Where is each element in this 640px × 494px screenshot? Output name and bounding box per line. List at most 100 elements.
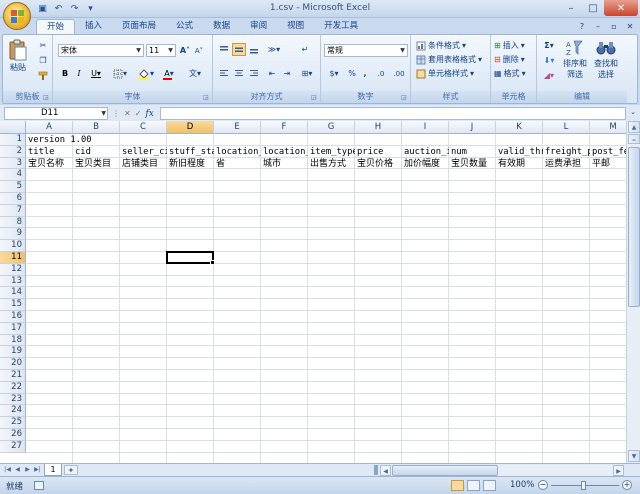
orientation-icon[interactable]: ≫▾ bbox=[263, 43, 285, 56]
cell-k3[interactable]: 有效期 bbox=[496, 158, 543, 170]
row-header-27[interactable]: 27 bbox=[0, 440, 26, 453]
row-header-23[interactable]: 23 bbox=[0, 393, 26, 406]
row-header-8[interactable]: 8 bbox=[0, 216, 26, 229]
font-name-combo[interactable]: 宋体 ▼ bbox=[58, 44, 144, 57]
borders-button[interactable]: ▾ bbox=[110, 67, 130, 80]
cell-e2[interactable]: location_ bbox=[214, 146, 261, 158]
shrink-font-button[interactable]: A ˅ bbox=[193, 44, 205, 57]
row-header-26[interactable]: 26 bbox=[0, 429, 26, 441]
row-header-3[interactable]: 3 bbox=[0, 157, 26, 170]
increase-indent-icon[interactable]: ⇥ bbox=[280, 67, 294, 80]
decrease-decimal-button[interactable]: .00 bbox=[390, 67, 408, 80]
number-dialog-launcher-icon[interactable]: ◲ bbox=[401, 94, 408, 101]
fill-handle[interactable] bbox=[210, 259, 215, 265]
column-header-d[interactable]: D bbox=[167, 121, 214, 134]
page-break-view-icon[interactable] bbox=[483, 480, 496, 491]
font-dialog-launcher-icon[interactable]: ◲ bbox=[203, 94, 210, 101]
cell-g3[interactable]: 出售方式 bbox=[308, 158, 355, 170]
help-icon[interactable]: ? bbox=[576, 20, 588, 32]
column-header-a[interactable]: A bbox=[26, 121, 73, 134]
close-button[interactable]: ✕ bbox=[604, 0, 638, 16]
next-sheet-icon[interactable]: ▶ bbox=[23, 465, 32, 475]
percent-button[interactable]: % bbox=[346, 67, 358, 80]
cell-i3[interactable]: 加价幅度 bbox=[402, 158, 449, 170]
select-all-corner[interactable] bbox=[0, 121, 26, 134]
cell-c2[interactable]: seller_ci bbox=[120, 146, 167, 158]
expand-formula-bar-icon[interactable]: ⌄ bbox=[628, 108, 638, 119]
wrap-text-icon[interactable]: ↵ bbox=[297, 43, 313, 56]
confirm-entry-icon[interactable]: ✓ bbox=[135, 109, 142, 118]
row-header-4[interactable]: 4 bbox=[0, 169, 26, 182]
tab-7[interactable]: 开发工具 bbox=[314, 19, 368, 34]
column-header-j[interactable]: J bbox=[449, 121, 496, 134]
fill-icon[interactable]: ⬇▾ bbox=[541, 54, 557, 67]
insert-function-button[interactable]: fx bbox=[145, 109, 153, 119]
cell-d2[interactable]: stuff_sta bbox=[167, 146, 214, 158]
scroll-up-icon[interactable]: ▲ bbox=[628, 121, 640, 133]
normal-view-icon[interactable] bbox=[451, 480, 464, 491]
clipboard-dialog-launcher-icon[interactable]: ◲ bbox=[43, 94, 50, 101]
insert-cells-button[interactable]: ⊞ 插入 ▾ bbox=[494, 39, 525, 52]
column-header-b[interactable]: B bbox=[73, 121, 120, 134]
cell-a1[interactable]: version 1.00 bbox=[26, 134, 167, 146]
row-header-16[interactable]: 16 bbox=[0, 311, 26, 323]
tab-0[interactable]: 开始 bbox=[36, 19, 76, 34]
zoom-slider-knob[interactable] bbox=[581, 481, 586, 490]
zoom-out-icon[interactable]: − bbox=[538, 480, 548, 490]
row-header-6[interactable]: 6 bbox=[0, 193, 26, 205]
cell-f3[interactable]: 城市 bbox=[261, 158, 308, 170]
sort-filter-button[interactable]: AZ 排序和 筛选 bbox=[561, 38, 589, 80]
first-sheet-icon[interactable]: |◀ bbox=[3, 465, 12, 475]
tab-2[interactable]: 页面布局 bbox=[112, 19, 166, 34]
workbook-minimize-button[interactable]: – bbox=[592, 20, 604, 32]
underline-button[interactable]: U ▾ bbox=[87, 67, 105, 80]
cell-l3[interactable]: 运费承担 bbox=[543, 158, 590, 170]
row-header-14[interactable]: 14 bbox=[0, 287, 26, 300]
bold-button[interactable]: B bbox=[59, 67, 71, 80]
currency-icon[interactable]: $▾ bbox=[324, 67, 344, 80]
grow-font-button[interactable]: A ˄ bbox=[179, 44, 191, 57]
cell-j2[interactable]: num bbox=[449, 146, 496, 158]
column-header-h[interactable]: H bbox=[355, 121, 402, 134]
prev-sheet-icon[interactable]: ◀ bbox=[13, 465, 22, 475]
workbook-restore-button[interactable]: ▫ bbox=[608, 20, 620, 32]
row-header-22[interactable]: 22 bbox=[0, 381, 26, 394]
name-box[interactable]: D11 ▼ bbox=[4, 107, 108, 120]
alignment-dialog-launcher-icon[interactable]: ◲ bbox=[311, 94, 318, 101]
tab-6[interactable]: 视图 bbox=[277, 19, 314, 34]
horizontal-scrollbar[interactable]: ◀ ▶ bbox=[380, 465, 624, 476]
sheet-tab-1[interactable]: 1 bbox=[44, 464, 62, 476]
fill-color-button[interactable]: ▾ bbox=[135, 67, 157, 80]
conditional-format-button[interactable]: 条件格式 ▾ bbox=[416, 39, 466, 52]
merge-center-icon[interactable]: ⊞▾ bbox=[297, 67, 317, 80]
active-cell-selection[interactable] bbox=[166, 251, 215, 265]
row-header-24[interactable]: 24 bbox=[0, 405, 26, 418]
cancel-entry-icon[interactable]: ✕ bbox=[124, 109, 131, 118]
font-size-combo[interactable]: 11 ▼ bbox=[146, 44, 176, 57]
column-header-g[interactable]: G bbox=[308, 121, 355, 134]
tab-split-handle[interactable] bbox=[374, 465, 378, 475]
column-header-c[interactable]: C bbox=[120, 121, 167, 134]
tab-1[interactable]: 插入 bbox=[75, 19, 112, 34]
column-header-e[interactable]: E bbox=[214, 121, 261, 134]
align-center-icon[interactable] bbox=[232, 67, 246, 80]
row-header-9[interactable]: 9 bbox=[0, 228, 26, 241]
phonetic-button[interactable]: 文 ▾ bbox=[185, 67, 205, 80]
row-header-10[interactable]: 10 bbox=[0, 240, 26, 252]
row-header-17[interactable]: 17 bbox=[0, 322, 26, 335]
split-handle-icon[interactable]: ═ bbox=[628, 134, 640, 144]
row-header-15[interactable]: 15 bbox=[0, 299, 26, 311]
cell-e3[interactable]: 省 bbox=[214, 158, 261, 170]
align-bottom-icon[interactable] bbox=[247, 43, 261, 56]
find-select-button[interactable]: 查找和 选择 bbox=[591, 38, 621, 80]
scroll-down-icon[interactable]: ▼ bbox=[628, 450, 640, 462]
paste-button[interactable]: 粘贴 bbox=[7, 38, 29, 73]
cell-a2[interactable]: title bbox=[26, 146, 73, 158]
column-header-k[interactable]: K bbox=[496, 121, 543, 134]
column-header-l[interactable]: L bbox=[543, 121, 590, 134]
cell-f2[interactable]: location_ bbox=[261, 146, 308, 158]
row-header-25[interactable]: 25 bbox=[0, 417, 26, 429]
cell-j3[interactable]: 宝贝数量 bbox=[449, 158, 496, 170]
row-header-21[interactable]: 21 bbox=[0, 370, 26, 382]
italic-button[interactable]: I bbox=[73, 67, 85, 80]
